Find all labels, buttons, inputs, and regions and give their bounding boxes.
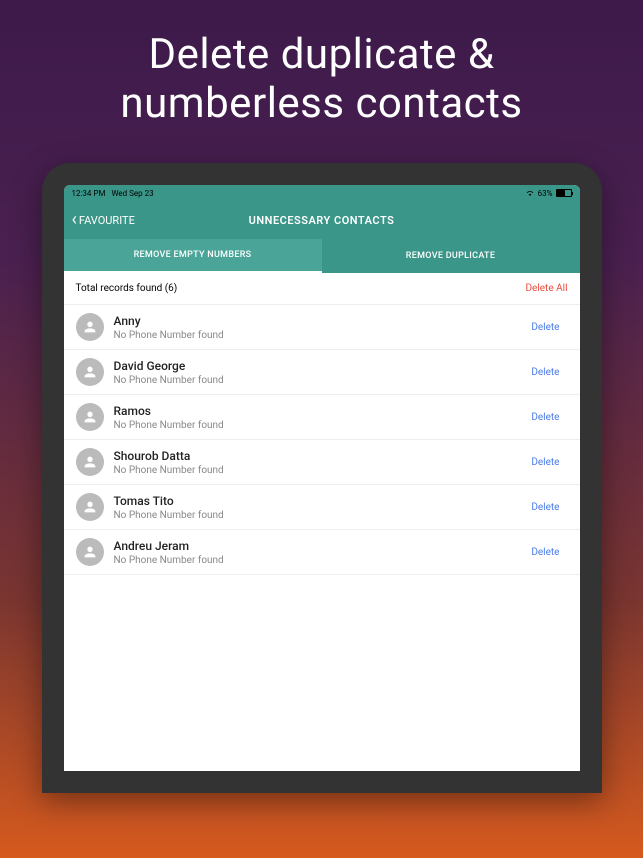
back-label: FAVOURITE <box>79 214 135 227</box>
contact-info: David George No Phone Number found <box>114 359 524 386</box>
tab-bar: REMOVE EMPTY NUMBERS REMOVE DUPLICATE <box>64 239 580 273</box>
delete-button[interactable]: Delete <box>523 363 567 382</box>
contact-name: Anny <box>114 314 524 328</box>
contact-name: Andreu Jeram <box>114 539 524 553</box>
promo-heading: Delete duplicate & numberless contacts <box>0 0 643 163</box>
delete-button[interactable]: Delete <box>523 318 567 337</box>
contact-list[interactable]: AnnyNo Phone Number foundDeleteDavid Geo… <box>64 305 580 771</box>
avatar-icon <box>76 358 104 386</box>
contact-subtext: No Phone Number found <box>114 555 524 566</box>
battery-icon <box>556 189 572 197</box>
contact-row[interactable]: Ramos No Phone Number foundDelete <box>64 395 580 440</box>
device-frame: 12:34 PM Wed Sep 23 63% ‹ FAVOURITE UNNE… <box>42 163 602 793</box>
status-bar: 12:34 PM Wed Sep 23 63% <box>64 185 580 201</box>
delete-all-button[interactable]: Delete All <box>525 283 567 294</box>
summary-row: Total records found (6) Delete All <box>64 273 580 305</box>
avatar-icon <box>76 493 104 521</box>
avatar-icon <box>76 538 104 566</box>
nav-bar: ‹ FAVOURITE UNNECESSARY CONTACTS <box>64 201 580 239</box>
contact-row[interactable]: Anny No Phone Number foundDelete <box>64 305 580 350</box>
wifi-icon <box>525 189 535 197</box>
avatar-icon <box>76 313 104 341</box>
back-button[interactable]: ‹ FAVOURITE <box>72 211 135 229</box>
total-records: Total records found (6) <box>76 283 178 294</box>
contact-info: Anny No Phone Number found <box>114 314 524 341</box>
delete-button[interactable]: Delete <box>523 453 567 472</box>
contact-row[interactable]: David George No Phone Number foundDelete <box>64 350 580 395</box>
contact-name: Ramos <box>114 404 524 418</box>
contact-subtext: No Phone Number found <box>114 375 524 386</box>
delete-button[interactable]: Delete <box>523 408 567 427</box>
screen: 12:34 PM Wed Sep 23 63% ‹ FAVOURITE UNNE… <box>64 185 580 771</box>
contact-row[interactable]: Tomas Tito No Phone Number foundDelete <box>64 485 580 530</box>
contact-info: Shourob Datta No Phone Number found <box>114 449 524 476</box>
contact-name: Shourob Datta <box>114 449 524 463</box>
contact-name: Tomas Tito <box>114 494 524 508</box>
tab-remove-empty[interactable]: REMOVE EMPTY NUMBERS <box>64 239 322 273</box>
contact-name: David George <box>114 359 524 373</box>
tab-remove-duplicate[interactable]: REMOVE DUPLICATE <box>322 239 580 273</box>
delete-button[interactable]: Delete <box>523 498 567 517</box>
contact-info: Ramos No Phone Number found <box>114 404 524 431</box>
delete-button[interactable]: Delete <box>523 543 567 562</box>
contact-info: Tomas Tito No Phone Number found <box>114 494 524 521</box>
avatar-icon <box>76 403 104 431</box>
page-title: UNNECESSARY CONTACTS <box>249 214 395 227</box>
contact-row[interactable]: Andreu Jeram No Phone Number foundDelete <box>64 530 580 575</box>
contact-info: Andreu Jeram No Phone Number found <box>114 539 524 566</box>
contact-subtext: No Phone Number found <box>114 465 524 476</box>
contact-subtext: No Phone Number found <box>114 420 524 431</box>
avatar-icon <box>76 448 104 476</box>
chevron-left-icon: ‹ <box>72 211 77 229</box>
contact-subtext: No Phone Number found <box>114 510 524 521</box>
battery-percent: 63% <box>538 189 553 198</box>
status-time: 12:34 PM <box>72 189 106 198</box>
contact-row[interactable]: Shourob Datta No Phone Number foundDelete <box>64 440 580 485</box>
status-date: Wed Sep 23 <box>111 189 153 198</box>
contact-subtext: No Phone Number found <box>114 330 524 341</box>
